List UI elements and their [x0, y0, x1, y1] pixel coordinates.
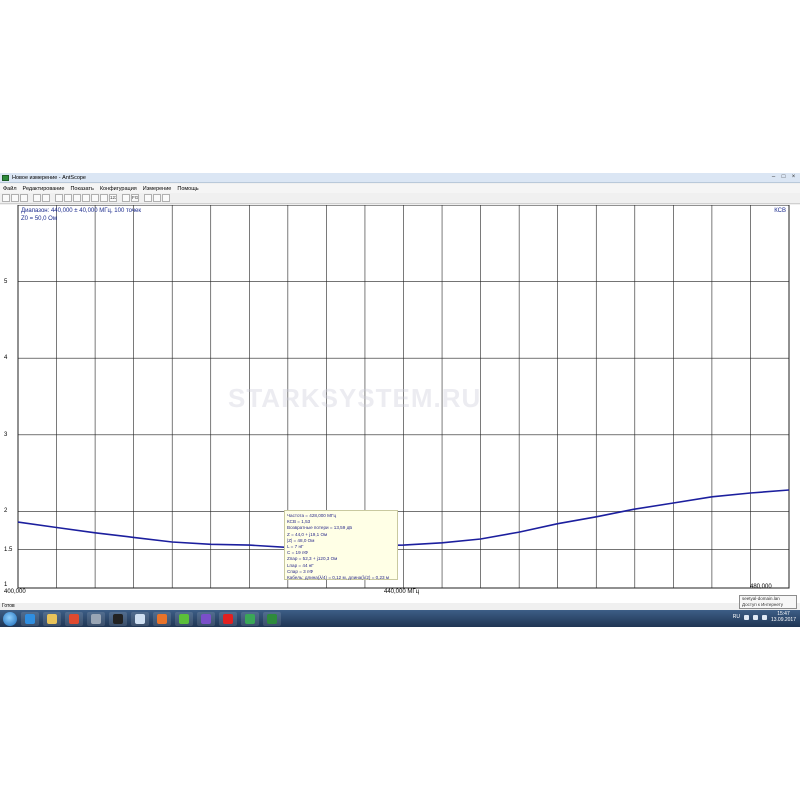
ie-icon [25, 613, 35, 624]
toolbar-separator [51, 194, 54, 202]
maximize-button[interactable]: □ [779, 174, 788, 181]
clock[interactable]: 15:47 13.09.2017 [771, 611, 796, 623]
status-text: Готов [2, 603, 15, 609]
taskbar-app-button[interactable] [87, 611, 105, 626]
measurement-tooltip: Частота = 428,000 МГц КСВ = 1,53 Возврат… [284, 510, 398, 580]
paste-icon[interactable] [64, 194, 72, 202]
swr-plot[interactable]: STARKSYSTEM.RU Диапазон: 440,000 ± 40,00… [0, 205, 800, 603]
network-notification[interactable]: seetyal-domain.lan Доступ к Интернету [739, 595, 797, 609]
taskbar-app-button[interactable] [65, 611, 83, 626]
taskbar-app-button[interactable] [21, 611, 39, 626]
save-icon[interactable] [20, 194, 28, 202]
print-icon[interactable] [73, 194, 81, 202]
y-tick-label: 3 [4, 431, 8, 438]
terminal-icon [113, 613, 123, 624]
watermark: STARKSYSTEM.RU [228, 383, 482, 413]
volume-icon[interactable] [752, 614, 758, 620]
utorrent-icon [179, 613, 189, 624]
settings-app-icon [91, 613, 101, 624]
taskbar-app-button[interactable] [241, 611, 259, 626]
menu-bar: Файл Редактирование Показать Конфигураци… [0, 184, 800, 193]
chart-icon[interactable] [82, 194, 90, 202]
language-indicator[interactable]: RU [733, 614, 740, 620]
number-icon[interactable]: 123 [109, 194, 117, 202]
toolbar-separator [118, 194, 121, 202]
pen-icon[interactable] [162, 194, 170, 202]
notepad-icon [135, 613, 145, 624]
scale-icon[interactable] [144, 194, 152, 202]
parameter-label: КСВ [774, 208, 786, 214]
taskbar-app-button[interactable] [109, 611, 127, 626]
chrome-icon [245, 613, 255, 624]
range-label: Диапазон: 440,000 ± 40,000 МГц, 100 точе… [21, 208, 141, 214]
axes-icon[interactable] [153, 194, 161, 202]
clock-date: 13.09.2017 [770, 617, 796, 623]
open-folder-icon[interactable] [11, 194, 19, 202]
new-doc-icon[interactable] [2, 194, 10, 202]
menu-edit[interactable]: Редактирование [20, 186, 68, 192]
menu-help[interactable]: Помощь [174, 186, 201, 192]
y-tick-label: 4 [4, 355, 8, 362]
undo-icon[interactable] [42, 194, 50, 202]
y-tick-label: 5 [4, 278, 8, 285]
z0-label: Z0 = 50,0 Ом [21, 216, 57, 222]
flag-icon[interactable] [761, 614, 767, 620]
system-tray: RU 15:47 13.09.2017 [733, 611, 796, 623]
toolbar: 123 FG [0, 193, 800, 204]
menu-file[interactable]: Файл [0, 186, 20, 192]
y-tick-label: 1 [4, 582, 8, 588]
media-player-icon [69, 613, 79, 624]
title-bar[interactable]: Новое измерение - AntScope – □ × [0, 173, 800, 183]
firefox-icon [157, 613, 167, 624]
copy-icon[interactable] [55, 194, 63, 202]
antscope-icon [267, 613, 277, 624]
toolbar-separator [140, 194, 143, 202]
network-icon[interactable] [743, 614, 749, 620]
tooltip-cable-length: Кабель: длина(λ/4) = 0,12 м, длина(λ/2) … [287, 575, 390, 581]
menu-measure[interactable]: Измерение [140, 186, 175, 192]
y-tick-label: 1.5 [4, 546, 13, 553]
visual-studio-icon [201, 613, 211, 624]
taskbar-app-button[interactable] [175, 611, 193, 626]
status-bar: Готов [0, 603, 800, 610]
menu-view[interactable]: Показать [67, 186, 96, 192]
menu-config[interactable]: Конфигурация [97, 186, 140, 192]
taskbar: RU 15:47 13.09.2017 [0, 610, 800, 627]
start-button[interactable] [3, 611, 17, 626]
settings-icon[interactable] [91, 194, 99, 202]
taskbar-app-button[interactable] [153, 611, 171, 626]
refresh-icon[interactable] [100, 194, 108, 202]
taskbar-app-button[interactable] [197, 611, 215, 626]
taskbar-app-button[interactable] [131, 611, 149, 626]
minimize-button[interactable]: – [769, 174, 778, 181]
x-tick-label-end: 480,000 [750, 584, 772, 590]
taskbar-apps [17, 611, 281, 626]
export-icon[interactable] [33, 194, 41, 202]
photos-icon [47, 613, 57, 624]
toolbar-separator [29, 194, 32, 202]
fg-icon[interactable]: FG [131, 194, 139, 202]
taskbar-app-button[interactable] [219, 611, 237, 626]
window-controls: – □ × [769, 174, 798, 181]
window-title: Новое измерение - AntScope [12, 174, 86, 181]
y-tick-label: 2 [4, 508, 8, 515]
x-tick-label-start: 400,000 [4, 589, 26, 595]
filter-icon[interactable] [122, 194, 130, 202]
x-tick-label-center: 440,000 МГц [384, 589, 420, 595]
close-button[interactable]: × [789, 174, 798, 181]
yandex-browser-icon [223, 613, 233, 624]
antscope-window: Новое измерение - AntScope – □ × Файл Ре… [0, 173, 800, 627]
notification-line: Доступ к Интернету [742, 602, 784, 607]
antscope-icon [2, 174, 9, 181]
taskbar-app-button[interactable] [43, 611, 61, 626]
taskbar-app-button[interactable] [263, 611, 281, 626]
